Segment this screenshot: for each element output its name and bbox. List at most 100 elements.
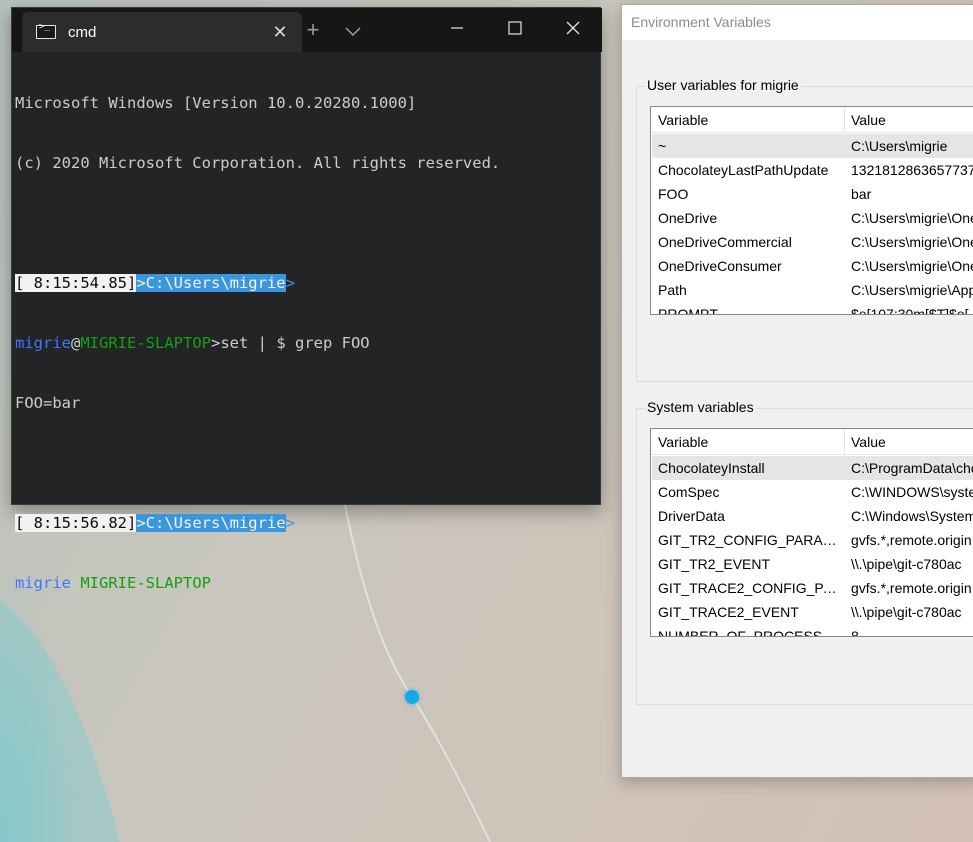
chevron-down-icon[interactable] xyxy=(342,20,364,42)
terminal-command-line: migrie@MIGRIE-SLAPTOP>set | $ grep FOO xyxy=(15,333,595,353)
variable-name: OneDriveCommercial xyxy=(658,234,792,250)
variable-name: NUMBER_OF_PROCESSORS xyxy=(658,628,842,637)
window-close-icon[interactable] xyxy=(544,8,602,48)
terminal-window[interactable]: >_ cmd ✕ + Microsoft Windows [Version 10… xyxy=(11,7,602,592)
prompt-path: >C:\Users\migrie xyxy=(136,514,286,532)
system-variables-label: System variables xyxy=(645,399,756,415)
variable-name: ChocolateyLastPathUpdate xyxy=(658,162,829,178)
prompt-timestamp: [ 8:15:56.82] xyxy=(15,514,137,532)
variable-name: ~ xyxy=(658,138,667,154)
variable-name: ComSpec xyxy=(658,484,720,500)
minimize-icon[interactable] xyxy=(428,8,486,48)
terminal-line: Microsoft Windows [Version 10.0.20280.10… xyxy=(15,94,417,112)
table-row[interactable]: ~ C:\Users\migrie xyxy=(652,134,973,158)
table-row[interactable]: OneDrive C:\Users\migrie\OneDrive xyxy=(652,206,973,230)
user-variables-list[interactable]: Variable Value ~ C:\Users\migrie Chocolate… xyxy=(650,106,973,315)
table-row[interactable]: OneDriveConsumer C:\Users\migrie\OneDrive xyxy=(652,254,973,278)
column-header-value[interactable]: Value xyxy=(851,112,886,128)
prompt-user: migrie xyxy=(15,334,71,352)
tab-cmd[interactable]: >_ cmd ✕ xyxy=(22,12,302,52)
table-row[interactable]: GIT_TR2_EVENT \\.\pipe\git-c780ac xyxy=(652,552,973,576)
variable-name: ChocolateyInstall xyxy=(658,460,765,476)
variable-value: C:\Users\migrie\OneDrive xyxy=(851,234,973,250)
terminal-line: (c) 2020 Microsoft Corporation. All righ… xyxy=(15,154,501,172)
variable-name: GIT_TR2_EVENT xyxy=(658,556,771,572)
variable-value: C:\Users\migrie xyxy=(851,138,948,154)
variable-name: GIT_TR2_CONFIG_PARAMS xyxy=(658,532,842,548)
table-row[interactable]: ChocolateyLastPathUpdate 1321812863657737 xyxy=(652,158,973,182)
terminal-command-line: migrie@MIGRIE-SLAPTOP> xyxy=(15,573,595,593)
close-icon[interactable]: ✕ xyxy=(268,20,292,44)
dialog-titlebar[interactable]: Environment Variables xyxy=(622,5,973,40)
table-row[interactable]: NUMBER_OF_PROCESSORS 8 xyxy=(652,624,973,637)
terminal-titlebar[interactable]: >_ cmd ✕ + xyxy=(12,8,602,52)
table-row[interactable]: GIT_TRACE2_CONFIG_PAR... gvfs.*,remote.or… xyxy=(652,576,973,600)
column-header-value[interactable]: Value xyxy=(851,434,886,450)
variable-value: C:\Users\migrie\AppData xyxy=(851,282,973,298)
table-row[interactable]: GIT_TR2_CONFIG_PARAMS gvfs.*,remote.origi… xyxy=(652,528,973,552)
variable-value: C:\ProgramData\chocolatey xyxy=(851,460,973,476)
list-header[interactable]: Variable Value xyxy=(651,107,973,133)
user-variables-label: User variables for migrie xyxy=(645,77,801,93)
column-separator[interactable] xyxy=(844,429,845,455)
terminal-prompt-line: [ 8:15:56.82]>C:\Users\migrie> xyxy=(15,513,595,533)
prompt-timestamp: [ 8:15:54.85] xyxy=(15,274,137,292)
prompt-at: @ xyxy=(71,574,81,592)
table-row[interactable]: Path C:\Users\migrie\AppData xyxy=(652,278,973,302)
variable-name: PROMPT xyxy=(658,306,718,315)
variable-value: 8 xyxy=(851,628,859,637)
table-row[interactable]: PROMPT $e[107;30m[$T]$e[ xyxy=(652,302,973,315)
dialog-title: Environment Variables xyxy=(631,14,771,30)
prompt-path: >C:\Users\migrie xyxy=(136,274,286,292)
variable-name: GIT_TRACE2_EVENT xyxy=(658,604,799,620)
variable-value: C:\Windows\System32 xyxy=(851,508,973,524)
variable-value: C:\Users\migrie\OneDrive xyxy=(851,210,973,226)
variable-value: $e[107;30m[$T]$e[ xyxy=(851,306,969,315)
variable-value: gvfs.*,remote.origin xyxy=(851,532,972,548)
prompt-host: MIGRIE-SLAPTOP xyxy=(80,574,211,592)
variable-name: FOO xyxy=(658,186,689,202)
terminal-prompt-line: [ 8:15:54.85]>C:\Users\migrie> xyxy=(15,273,595,293)
terminal-output[interactable]: Microsoft Windows [Version 10.0.20280.10… xyxy=(15,53,595,633)
table-row[interactable]: ComSpec C:\WINDOWS\system32 xyxy=(652,480,973,504)
terminal-icon: >_ xyxy=(36,22,56,39)
variable-name: Path xyxy=(658,282,687,298)
table-row[interactable]: GIT_TRACE2_EVENT \\.\pipe\git-c780ac xyxy=(652,600,973,624)
system-variables-list[interactable]: Variable Value ChocolateyInstall C:\Progr… xyxy=(650,428,973,637)
variable-name: DriverData xyxy=(658,508,725,524)
column-header-variable[interactable]: Variable xyxy=(658,434,708,450)
cursor-dot-icon xyxy=(405,690,419,704)
command-text: > xyxy=(211,574,221,592)
table-row[interactable]: FOO bar xyxy=(652,182,973,206)
system-variables-group: System variables Variable Value Chocolat… xyxy=(636,399,973,705)
terminal-line: FOO=bar xyxy=(15,394,81,412)
prompt-tail: > xyxy=(285,514,295,532)
prompt-at: @ xyxy=(71,334,81,352)
variable-name: GIT_TRACE2_CONFIG_PAR... xyxy=(658,580,842,596)
prompt-user: migrie xyxy=(15,574,71,592)
maximize-icon[interactable] xyxy=(486,8,544,48)
plus-icon[interactable]: + xyxy=(300,18,326,44)
list-header[interactable]: Variable Value xyxy=(651,429,973,455)
user-variables-group: User variables for migrie Variable Value… xyxy=(636,77,973,382)
table-row[interactable]: OneDriveCommercial C:\Users\migrie\OneDri… xyxy=(652,230,973,254)
column-header-variable[interactable]: Variable xyxy=(658,112,708,128)
prompt-host: MIGRIE-SLAPTOP xyxy=(80,334,211,352)
variable-value: \\.\pipe\git-c780ac xyxy=(851,556,962,572)
environment-variables-dialog[interactable]: Environment Variables User variables for… xyxy=(621,4,973,778)
table-row[interactable]: DriverData C:\Windows\System32 xyxy=(652,504,973,528)
column-separator[interactable] xyxy=(844,107,845,133)
tab-title: cmd xyxy=(68,24,97,41)
prompt-tail: > xyxy=(285,274,295,292)
variable-value: gvfs.*,remote.origin xyxy=(851,580,972,596)
variable-value: 1321812863657737 xyxy=(851,162,973,178)
variable-value: bar xyxy=(851,186,872,202)
command-text: >set | $ grep FOO xyxy=(211,334,370,352)
variable-name: OneDriveConsumer xyxy=(658,258,782,274)
variable-value: \\.\pipe\git-c780ac xyxy=(851,604,962,620)
variable-value: C:\Users\migrie\OneDrive xyxy=(851,258,973,274)
table-row[interactable]: ChocolateyInstall C:\ProgramData\chocolat… xyxy=(652,456,973,480)
variable-name: OneDrive xyxy=(658,210,718,226)
